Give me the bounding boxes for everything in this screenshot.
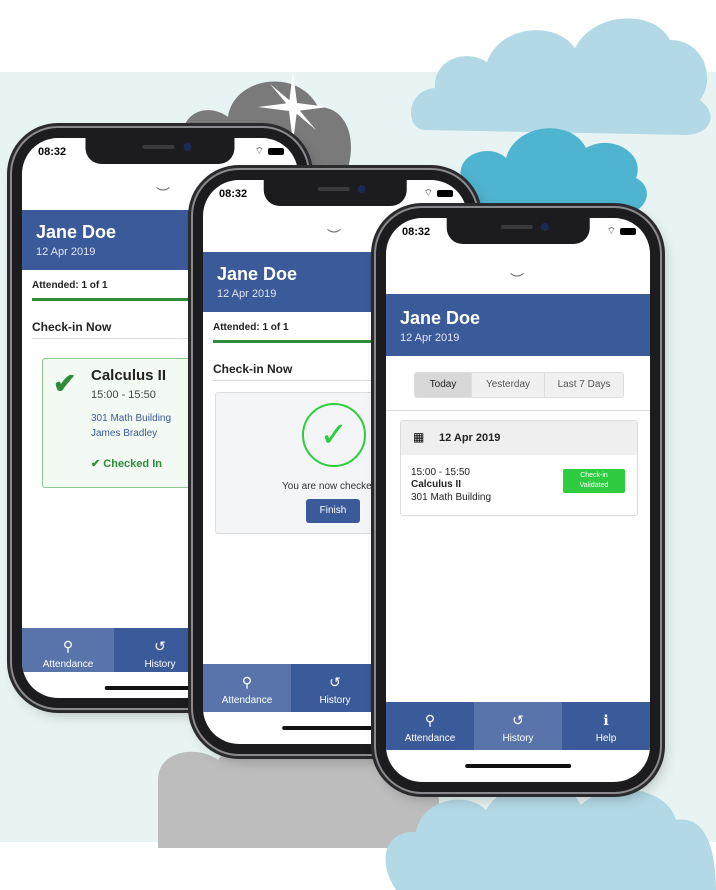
wifi-icon: ⌔: [606, 226, 616, 237]
status-time: 08:32: [38, 146, 67, 158]
user-name: Jane Doe: [217, 264, 298, 284]
tab-help[interactable]: ℹ Help: [562, 702, 650, 750]
tab-attendance[interactable]: ⚲ Attendance: [386, 702, 474, 750]
chevron-down-icon[interactable]: ︶: [327, 226, 341, 246]
tab-label: Attendance: [221, 695, 273, 706]
tab-history[interactable]: ↺ History: [474, 702, 562, 750]
tab-attendance[interactable]: ⚲ Attendance: [22, 628, 114, 672]
entry-time: 15:00 - 15:50: [411, 467, 470, 478]
user-header: Jane Doe 12 Apr 2019: [386, 294, 650, 356]
header-date: 12 Apr 2019: [217, 288, 277, 300]
segment-today[interactable]: Today: [415, 373, 471, 397]
entry-class-name: Calculus II: [411, 479, 462, 490]
header-date: 12 Apr 2019: [400, 332, 460, 344]
history-icon: ↺: [512, 712, 524, 728]
class-time: 15:00 - 15:50: [91, 389, 156, 401]
battery-icon: [620, 228, 636, 235]
wifi-icon: ⌔: [254, 146, 264, 157]
check-circle-icon: ✔︎: [91, 458, 101, 470]
class-location[interactable]: 301 Math Building: [91, 413, 171, 424]
attended-count: Attended: 1 of 1: [32, 280, 108, 291]
map-pin-icon: ⚲: [62, 638, 74, 654]
finish-button[interactable]: Finish: [306, 499, 360, 523]
divider: [386, 410, 650, 411]
status-time: 08:32: [219, 188, 248, 200]
class-name: Calculus II: [91, 367, 167, 384]
notch: [263, 180, 407, 206]
status-indicators: ⌔: [424, 187, 453, 200]
tab-label: Attendance: [42, 659, 94, 670]
tab-label: Help: [595, 733, 617, 744]
checkmark-icon: ✔: [53, 368, 77, 399]
history-icon: ↺: [329, 674, 341, 690]
tab-history[interactable]: ↺ History: [291, 664, 379, 712]
attended-count: Attended: 1 of 1: [213, 322, 289, 333]
success-check-icon: ✓: [302, 403, 366, 467]
day-header: ▦ 12 Apr 2019: [401, 421, 637, 455]
home-indicator[interactable]: [465, 764, 571, 768]
home-indicator[interactable]: [282, 726, 388, 730]
chevron-down-icon[interactable]: ︶: [156, 184, 170, 204]
status-time: 08:32: [402, 226, 431, 238]
calendar-icon: ▦: [413, 430, 425, 444]
segment-yesterday[interactable]: Yesterday: [471, 373, 544, 397]
segment-last-7-days[interactable]: Last 7 Days: [544, 373, 623, 397]
history-day-card: ▦ 12 Apr 2019 15:00 - 15:50 Calculus II …: [400, 420, 638, 516]
section-title: Check-in Now: [213, 362, 293, 376]
map-pin-icon: ⚲: [241, 674, 253, 690]
chevron-down-icon[interactable]: ︶: [510, 270, 524, 290]
header-date: 12 Apr 2019: [36, 246, 96, 258]
user-name: Jane Doe: [400, 308, 481, 328]
map-pin-icon: ⚲: [424, 712, 436, 728]
notch: [446, 218, 590, 244]
status-indicators: ⌔: [607, 225, 636, 238]
check-in-validated-badge: Check-in Validated: [563, 469, 625, 493]
badge-line-1: Check-in: [580, 472, 608, 479]
section-title: Check-in Now: [32, 320, 112, 334]
tab-bar: ⚲ Attendance ↺ History ℹ Help: [386, 702, 650, 750]
day-header-date: 12 Apr 2019: [439, 432, 501, 444]
tab-label: History: [319, 695, 351, 706]
entry-location: 301 Math Building: [411, 492, 492, 503]
checked-in-status: ✔︎ Checked In: [91, 457, 162, 470]
tab-attendance[interactable]: ⚲ Attendance: [203, 664, 291, 712]
class-instructor[interactable]: James Bradley: [91, 428, 157, 439]
badge-line-2: Validated: [579, 482, 609, 489]
checked-in-label: Checked In: [103, 458, 162, 470]
info-icon: ℹ: [603, 712, 609, 728]
tab-label: History: [144, 659, 176, 670]
tab-label: Attendance: [404, 733, 456, 744]
date-range-segmented-control: Today Yesterday Last 7 Days: [414, 372, 624, 398]
wifi-icon: ⌔: [423, 188, 433, 199]
notch: [85, 138, 235, 164]
history-entry[interactable]: 15:00 - 15:50 Calculus II 301 Math Build…: [401, 455, 637, 515]
success-message: You are now checked: [282, 481, 378, 492]
tab-label: History: [502, 733, 534, 744]
status-indicators: ⌔: [255, 145, 284, 158]
battery-icon: [268, 148, 284, 155]
phone-history: 08:32 ⌔ ︶ Jane Doe 12 Apr 2019 Today Yes…: [376, 208, 660, 792]
battery-icon: [437, 190, 453, 197]
user-name: Jane Doe: [36, 222, 117, 242]
